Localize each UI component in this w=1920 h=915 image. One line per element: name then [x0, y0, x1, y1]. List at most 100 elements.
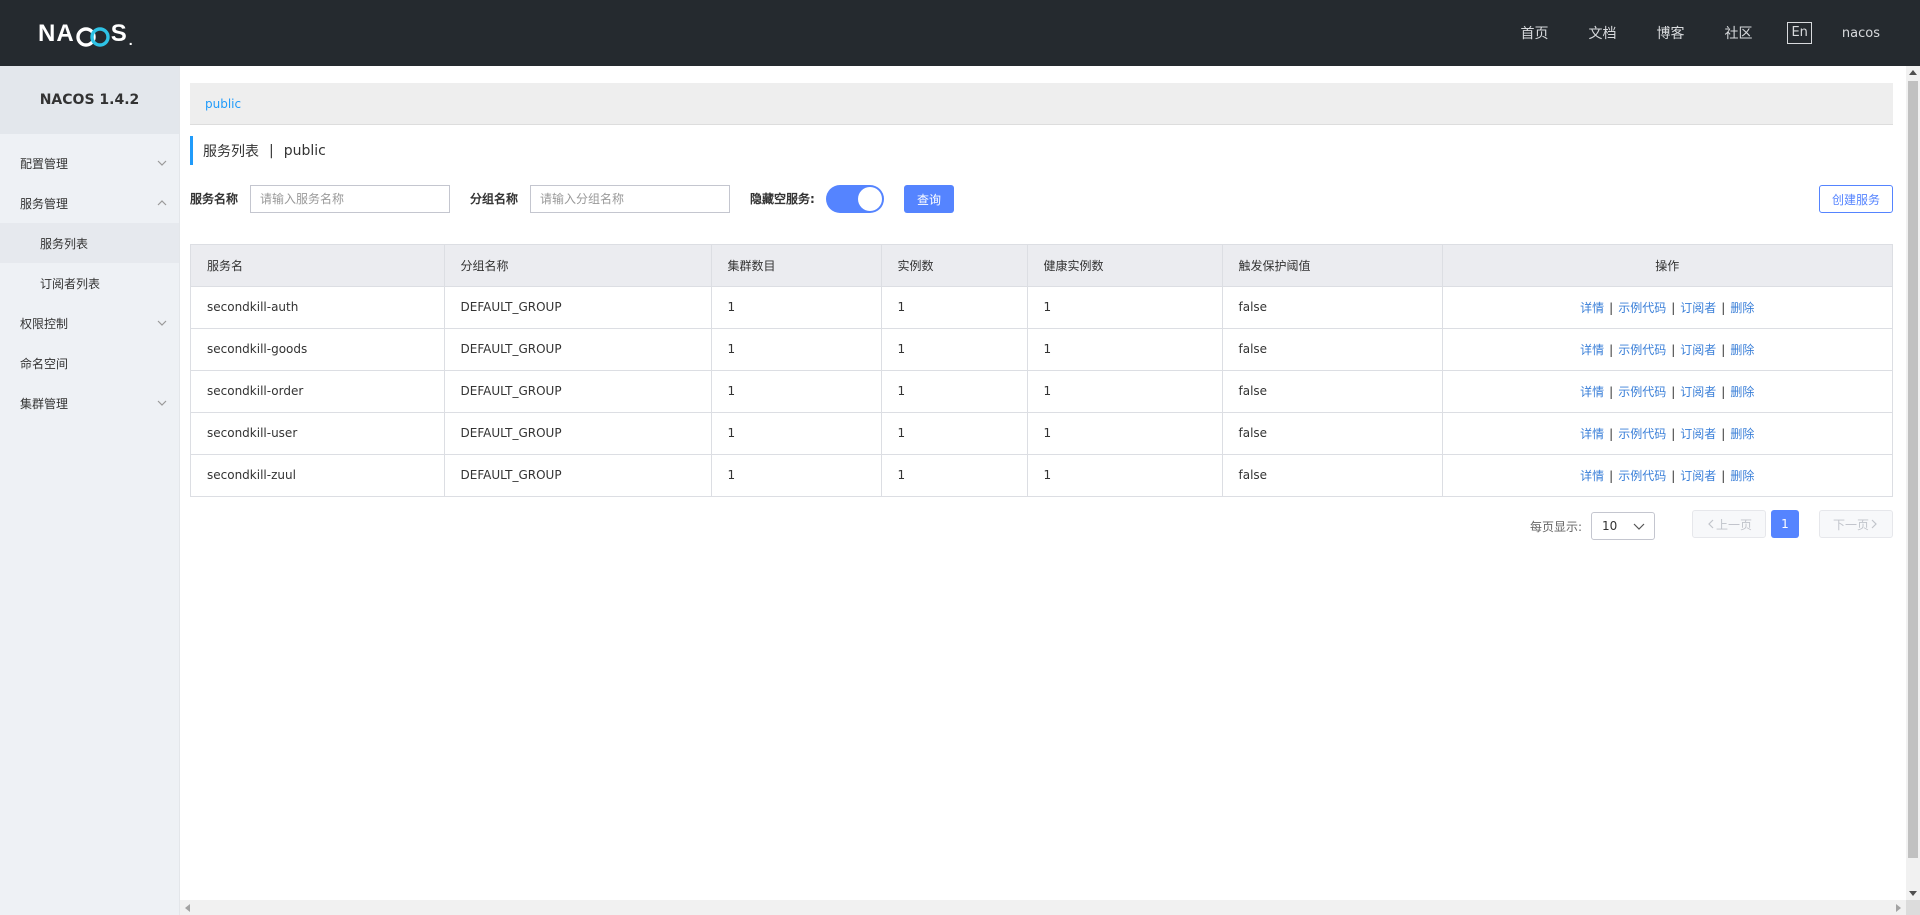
namespace-link-public[interactable]: public — [205, 97, 241, 111]
cell-cluster-count: 1 — [711, 412, 882, 455]
sample-code-link[interactable]: 示例代码 — [1618, 343, 1666, 357]
cell-protect-threshold: false — [1222, 286, 1443, 329]
subscriber-link[interactable]: 订阅者 — [1680, 343, 1716, 357]
op-separator: | — [1609, 426, 1614, 441]
subscriber-link[interactable]: 订阅者 — [1680, 301, 1716, 315]
subscriber-link[interactable]: 订阅者 — [1680, 469, 1716, 483]
next-page-button[interactable]: 下一页 — [1819, 510, 1893, 538]
prev-page-button[interactable]: 上一页 — [1692, 510, 1766, 538]
page-number-1[interactable]: 1 — [1771, 510, 1799, 538]
cell-healthy-count: 1 — [1027, 286, 1223, 329]
scroll-right-icon[interactable] — [1896, 904, 1901, 912]
sample-code-link[interactable]: 示例代码 — [1618, 427, 1666, 441]
top-nav: 首页 文档 博客 社区 En nacos — [1520, 0, 1920, 66]
nav-community[interactable]: 社区 — [1724, 23, 1752, 43]
cell-service-name: secondkill-goods — [191, 328, 445, 371]
cell-cluster-count: 1 — [711, 286, 882, 329]
detail-link[interactable]: 详情 — [1580, 385, 1604, 399]
sidebar-item-cluster[interactable]: 集群管理 — [0, 383, 179, 423]
delete-link[interactable]: 删除 — [1730, 301, 1754, 315]
cell-instance-count: 1 — [881, 286, 1028, 329]
nav-docs[interactable]: 文档 — [1588, 23, 1616, 43]
cell-group-name: DEFAULT_GROUP — [444, 454, 712, 497]
top-header: NA S. 首页 文档 博客 社区 En nacos — [0, 0, 1920, 66]
sample-code-link[interactable]: 示例代码 — [1618, 301, 1666, 315]
cell-group-name: DEFAULT_GROUP — [444, 328, 712, 371]
sample-code-link[interactable]: 示例代码 — [1618, 385, 1666, 399]
cell-service-name: secondkill-user — [191, 412, 445, 455]
create-service-button[interactable]: 创建服务 — [1819, 185, 1893, 213]
cell-healthy-count: 1 — [1027, 454, 1223, 497]
scrollbar-thumb[interactable] — [1908, 81, 1918, 858]
hide-empty-toggle[interactable] — [826, 185, 884, 213]
subscriber-link[interactable]: 订阅者 — [1680, 385, 1716, 399]
page-size-value: 10 — [1602, 519, 1618, 533]
user-menu[interactable]: nacos — [1842, 26, 1880, 41]
page-title-namespace: public — [283, 142, 326, 159]
table-row: secondkill-user DEFAULT_GROUP 1 1 1 false 详情 | 示… — [191, 412, 1892, 455]
cell-operations: 详情 | 示例代码 | 订阅者 | 删除 — [1442, 454, 1892, 497]
cell-protect-threshold: false — [1222, 328, 1443, 371]
cell-healthy-count: 1 — [1027, 328, 1223, 371]
sidebar-item-label: 配置管理 — [20, 156, 69, 171]
cell-protect-threshold: false — [1222, 454, 1443, 497]
op-separator: | — [1609, 384, 1614, 399]
logo-letter: A — [56, 20, 75, 47]
col-group-name: 分组名称 — [444, 245, 712, 287]
sidebar-item-subscriber-list[interactable]: 订阅者列表 — [0, 263, 179, 303]
op-separator: | — [1609, 300, 1614, 315]
sidebar-title: NACOS 1.4.2 — [0, 66, 179, 134]
table-row: secondkill-goods DEFAULT_GROUP 1 1 1 false 详情 |… — [191, 328, 1892, 371]
sidebar-item-authority[interactable]: 权限控制 — [0, 303, 179, 343]
delete-link[interactable]: 删除 — [1730, 343, 1754, 357]
sample-code-link[interactable]: 示例代码 — [1618, 469, 1666, 483]
col-operations: 操作 — [1442, 245, 1892, 287]
horizontal-scrollbar[interactable] — [180, 900, 1906, 915]
op-separator: | — [1609, 342, 1614, 357]
detail-link[interactable]: 详情 — [1580, 469, 1604, 483]
delete-link[interactable]: 删除 — [1730, 469, 1754, 483]
sidebar-item-namespace[interactable]: 命名空间 — [0, 343, 179, 383]
sidebar-item-config[interactable]: 配置管理 — [0, 143, 179, 183]
nav-blog[interactable]: 博客 — [1656, 23, 1684, 43]
main-content: public 服务列表 | public 服务名称 分组名称 隐藏空服务: 查询… — [180, 66, 1906, 900]
service-name-label: 服务名称 — [190, 192, 239, 206]
service-name-input[interactable] — [250, 185, 450, 213]
sidebar-item-label: 服务管理 — [20, 196, 69, 211]
query-button[interactable]: 查询 — [904, 185, 954, 213]
delete-link[interactable]: 删除 — [1730, 385, 1754, 399]
chevron-left-icon — [1708, 519, 1714, 529]
logo-rings-icon — [75, 26, 110, 48]
sidebar-item-service[interactable]: 服务管理 — [0, 183, 179, 223]
chevron-up-icon — [157, 200, 167, 206]
pagination: 每页显示: 10 上一页 1 下一页 — [190, 510, 1893, 540]
scroll-left-icon[interactable] — [185, 904, 190, 912]
cell-cluster-count: 1 — [711, 328, 882, 371]
cell-cluster-count: 1 — [711, 370, 882, 413]
subscriber-link[interactable]: 订阅者 — [1680, 427, 1716, 441]
col-cluster-count: 集群数目 — [711, 245, 882, 287]
cell-healthy-count: 1 — [1027, 412, 1223, 455]
cell-cluster-count: 1 — [711, 454, 882, 497]
sidebar-item-service-list[interactable]: 服务列表 — [0, 223, 179, 263]
cell-group-name: DEFAULT_GROUP — [444, 286, 712, 329]
cell-service-name: secondkill-zuul — [191, 454, 445, 497]
detail-link[interactable]: 详情 — [1580, 343, 1604, 357]
nav-home[interactable]: 首页 — [1520, 23, 1548, 43]
cell-operations: 详情 | 示例代码 | 订阅者 | 删除 — [1442, 286, 1892, 329]
scroll-down-icon[interactable] — [1909, 891, 1917, 896]
language-switch-button[interactable]: En — [1787, 22, 1812, 44]
delete-link[interactable]: 删除 — [1730, 427, 1754, 441]
cell-operations: 详情 | 示例代码 | 订阅者 | 删除 — [1442, 328, 1892, 371]
sidebar: NACOS 1.4.2 配置管理 服务管理 服务列表 订阅者列表 权限控制 命名… — [0, 66, 180, 915]
chevron-down-icon — [157, 400, 167, 406]
nacos-logo[interactable]: NA S. — [38, 18, 134, 48]
detail-link[interactable]: 详情 — [1580, 427, 1604, 441]
group-name-input[interactable] — [530, 185, 730, 213]
vertical-scrollbar[interactable] — [1906, 66, 1920, 900]
page-size-label: 每页显示: — [1529, 520, 1582, 534]
scroll-up-icon[interactable] — [1909, 70, 1917, 75]
detail-link[interactable]: 详情 — [1580, 301, 1604, 315]
page-size-select[interactable]: 10 — [1591, 512, 1655, 540]
op-separator: | — [1721, 426, 1726, 441]
